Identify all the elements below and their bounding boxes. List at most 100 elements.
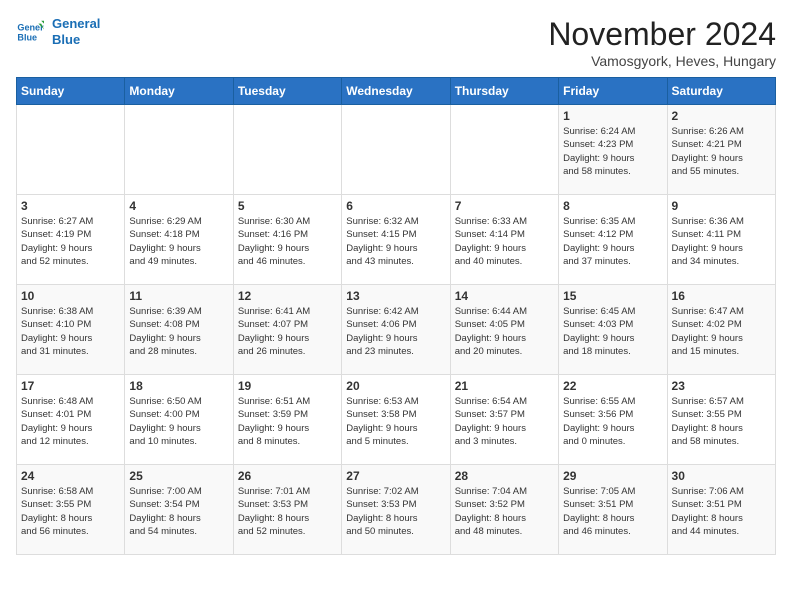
day-number: 11 bbox=[129, 289, 228, 303]
day-number: 1 bbox=[563, 109, 662, 123]
logo: General Blue General Blue bbox=[16, 16, 100, 47]
day-number: 28 bbox=[455, 469, 554, 483]
day-cell: 2 Sunrise: 6:26 AM Sunset: 4:21 PM Daylig… bbox=[667, 105, 775, 195]
day-cell: 23 Sunrise: 6:57 AM Sunset: 3:55 PM Dayli… bbox=[667, 375, 775, 465]
day-number: 9 bbox=[672, 199, 771, 213]
day-number: 20 bbox=[346, 379, 445, 393]
header-saturday: Saturday bbox=[667, 78, 775, 105]
day-cell: 1 Sunrise: 6:24 AM Sunset: 4:23 PM Daylig… bbox=[559, 105, 667, 195]
svg-text:Blue: Blue bbox=[17, 32, 37, 42]
day-number: 27 bbox=[346, 469, 445, 483]
day-number: 10 bbox=[21, 289, 120, 303]
day-info: Sunrise: 6:36 AM Sunset: 4:11 PM Dayligh… bbox=[672, 215, 771, 268]
day-number: 2 bbox=[672, 109, 771, 123]
week-row-3: 10 Sunrise: 6:38 AM Sunset: 4:10 PM Dayli… bbox=[17, 285, 776, 375]
day-cell: 11 Sunrise: 6:39 AM Sunset: 4:08 PM Dayli… bbox=[125, 285, 233, 375]
day-info: Sunrise: 6:26 AM Sunset: 4:21 PM Dayligh… bbox=[672, 125, 771, 178]
day-number: 22 bbox=[563, 379, 662, 393]
day-info: Sunrise: 6:39 AM Sunset: 4:08 PM Dayligh… bbox=[129, 305, 228, 358]
day-number: 4 bbox=[129, 199, 228, 213]
day-number: 3 bbox=[21, 199, 120, 213]
calendar-title: November 2024 bbox=[548, 16, 776, 53]
day-info: Sunrise: 6:58 AM Sunset: 3:55 PM Dayligh… bbox=[21, 485, 120, 538]
day-info: Sunrise: 6:55 AM Sunset: 3:56 PM Dayligh… bbox=[563, 395, 662, 448]
calendar-subtitle: Vamosgyork, Heves, Hungary bbox=[548, 53, 776, 69]
day-info: Sunrise: 6:27 AM Sunset: 4:19 PM Dayligh… bbox=[21, 215, 120, 268]
day-cell: 4 Sunrise: 6:29 AM Sunset: 4:18 PM Daylig… bbox=[125, 195, 233, 285]
day-number: 12 bbox=[238, 289, 337, 303]
day-info: Sunrise: 6:44 AM Sunset: 4:05 PM Dayligh… bbox=[455, 305, 554, 358]
day-number: 23 bbox=[672, 379, 771, 393]
day-cell: 30 Sunrise: 7:06 AM Sunset: 3:51 PM Dayli… bbox=[667, 465, 775, 555]
day-info: Sunrise: 6:38 AM Sunset: 4:10 PM Dayligh… bbox=[21, 305, 120, 358]
day-info: Sunrise: 6:48 AM Sunset: 4:01 PM Dayligh… bbox=[21, 395, 120, 448]
day-info: Sunrise: 6:41 AM Sunset: 4:07 PM Dayligh… bbox=[238, 305, 337, 358]
day-number: 8 bbox=[563, 199, 662, 213]
day-number: 14 bbox=[455, 289, 554, 303]
day-cell: 27Sunrise: 7:02 AM Sunset: 3:53 PM Dayli… bbox=[342, 465, 450, 555]
day-cell bbox=[342, 105, 450, 195]
header-tuesday: Tuesday bbox=[233, 78, 341, 105]
day-cell: 10 Sunrise: 6:38 AM Sunset: 4:10 PM Dayli… bbox=[17, 285, 125, 375]
day-cell: 3 Sunrise: 6:27 AM Sunset: 4:19 PM Daylig… bbox=[17, 195, 125, 285]
day-info: Sunrise: 6:47 AM Sunset: 4:02 PM Dayligh… bbox=[672, 305, 771, 358]
day-info: Sunrise: 6:42 AM Sunset: 4:06 PM Dayligh… bbox=[346, 305, 445, 358]
logo-text: General Blue bbox=[52, 16, 100, 47]
day-cell: 8 Sunrise: 6:35 AM Sunset: 4:12 PM Daylig… bbox=[559, 195, 667, 285]
week-row-2: 3 Sunrise: 6:27 AM Sunset: 4:19 PM Daylig… bbox=[17, 195, 776, 285]
day-info: Sunrise: 6:32 AM Sunset: 4:15 PM Dayligh… bbox=[346, 215, 445, 268]
day-cell: 16 Sunrise: 6:47 AM Sunset: 4:02 PM Dayli… bbox=[667, 285, 775, 375]
day-cell: 24 Sunrise: 6:58 AM Sunset: 3:55 PM Dayli… bbox=[17, 465, 125, 555]
day-number: 21 bbox=[455, 379, 554, 393]
day-info: Sunrise: 6:33 AM Sunset: 4:14 PM Dayligh… bbox=[455, 215, 554, 268]
day-number: 30 bbox=[672, 469, 771, 483]
calendar-table: SundayMondayTuesdayWednesdayThursdayFrid… bbox=[16, 77, 776, 555]
day-cell: 18 Sunrise: 6:50 AM Sunset: 4:00 PM Dayli… bbox=[125, 375, 233, 465]
day-cell: 21Sunrise: 6:54 AM Sunset: 3:57 PM Dayli… bbox=[450, 375, 558, 465]
page-header: General Blue General Blue November 2024 … bbox=[16, 16, 776, 69]
day-number: 5 bbox=[238, 199, 337, 213]
day-info: Sunrise: 7:00 AM Sunset: 3:54 PM Dayligh… bbox=[129, 485, 228, 538]
day-number: 26 bbox=[238, 469, 337, 483]
header-sunday: Sunday bbox=[17, 78, 125, 105]
day-number: 16 bbox=[672, 289, 771, 303]
title-area: November 2024 Vamosgyork, Heves, Hungary bbox=[548, 16, 776, 69]
day-cell: 28 Sunrise: 7:04 AM Sunset: 3:52 PM Dayli… bbox=[450, 465, 558, 555]
day-cell: 29 Sunrise: 7:05 AM Sunset: 3:51 PM Dayli… bbox=[559, 465, 667, 555]
day-cell bbox=[17, 105, 125, 195]
day-info: Sunrise: 7:06 AM Sunset: 3:51 PM Dayligh… bbox=[672, 485, 771, 538]
day-number: 17 bbox=[21, 379, 120, 393]
day-number: 13 bbox=[346, 289, 445, 303]
day-number: 7 bbox=[455, 199, 554, 213]
day-cell: 13 Sunrise: 6:42 AM Sunset: 4:06 PM Dayli… bbox=[342, 285, 450, 375]
header-wednesday: Wednesday bbox=[342, 78, 450, 105]
day-info: Sunrise: 6:24 AM Sunset: 4:23 PM Dayligh… bbox=[563, 125, 662, 178]
day-number: 6 bbox=[346, 199, 445, 213]
week-row-4: 17 Sunrise: 6:48 AM Sunset: 4:01 PM Dayli… bbox=[17, 375, 776, 465]
day-cell: 14 Sunrise: 6:44 AM Sunset: 4:05 PM Dayli… bbox=[450, 285, 558, 375]
day-number: 18 bbox=[129, 379, 228, 393]
day-cell bbox=[233, 105, 341, 195]
day-cell: 15 Sunrise: 6:45 AM Sunset: 4:03 PM Dayli… bbox=[559, 285, 667, 375]
header-friday: Friday bbox=[559, 78, 667, 105]
day-info: Sunrise: 7:05 AM Sunset: 3:51 PM Dayligh… bbox=[563, 485, 662, 538]
week-row-1: 1 Sunrise: 6:24 AM Sunset: 4:23 PM Daylig… bbox=[17, 105, 776, 195]
day-cell: 6 Sunrise: 6:32 AM Sunset: 4:15 PM Daylig… bbox=[342, 195, 450, 285]
calendar-header-row: SundayMondayTuesdayWednesdayThursdayFrid… bbox=[17, 78, 776, 105]
day-info: Sunrise: 6:57 AM Sunset: 3:55 PM Dayligh… bbox=[672, 395, 771, 448]
day-cell: 12 Sunrise: 6:41 AM Sunset: 4:07 PM Dayli… bbox=[233, 285, 341, 375]
day-info: Sunrise: 6:35 AM Sunset: 4:12 PM Dayligh… bbox=[563, 215, 662, 268]
day-cell: 17 Sunrise: 6:48 AM Sunset: 4:01 PM Dayli… bbox=[17, 375, 125, 465]
day-info: Sunrise: 6:50 AM Sunset: 4:00 PM Dayligh… bbox=[129, 395, 228, 448]
day-cell: 5 Sunrise: 6:30 AM Sunset: 4:16 PM Daylig… bbox=[233, 195, 341, 285]
day-info: Sunrise: 6:29 AM Sunset: 4:18 PM Dayligh… bbox=[129, 215, 228, 268]
day-info: Sunrise: 7:04 AM Sunset: 3:52 PM Dayligh… bbox=[455, 485, 554, 538]
day-info: Sunrise: 6:45 AM Sunset: 4:03 PM Dayligh… bbox=[563, 305, 662, 358]
day-cell bbox=[125, 105, 233, 195]
day-info: Sunrise: 6:30 AM Sunset: 4:16 PM Dayligh… bbox=[238, 215, 337, 268]
day-number: 24 bbox=[21, 469, 120, 483]
day-cell: 25Sunrise: 7:00 AM Sunset: 3:54 PM Dayli… bbox=[125, 465, 233, 555]
day-info: Sunrise: 7:01 AM Sunset: 3:53 PM Dayligh… bbox=[238, 485, 337, 538]
day-number: 15 bbox=[563, 289, 662, 303]
day-number: 29 bbox=[563, 469, 662, 483]
